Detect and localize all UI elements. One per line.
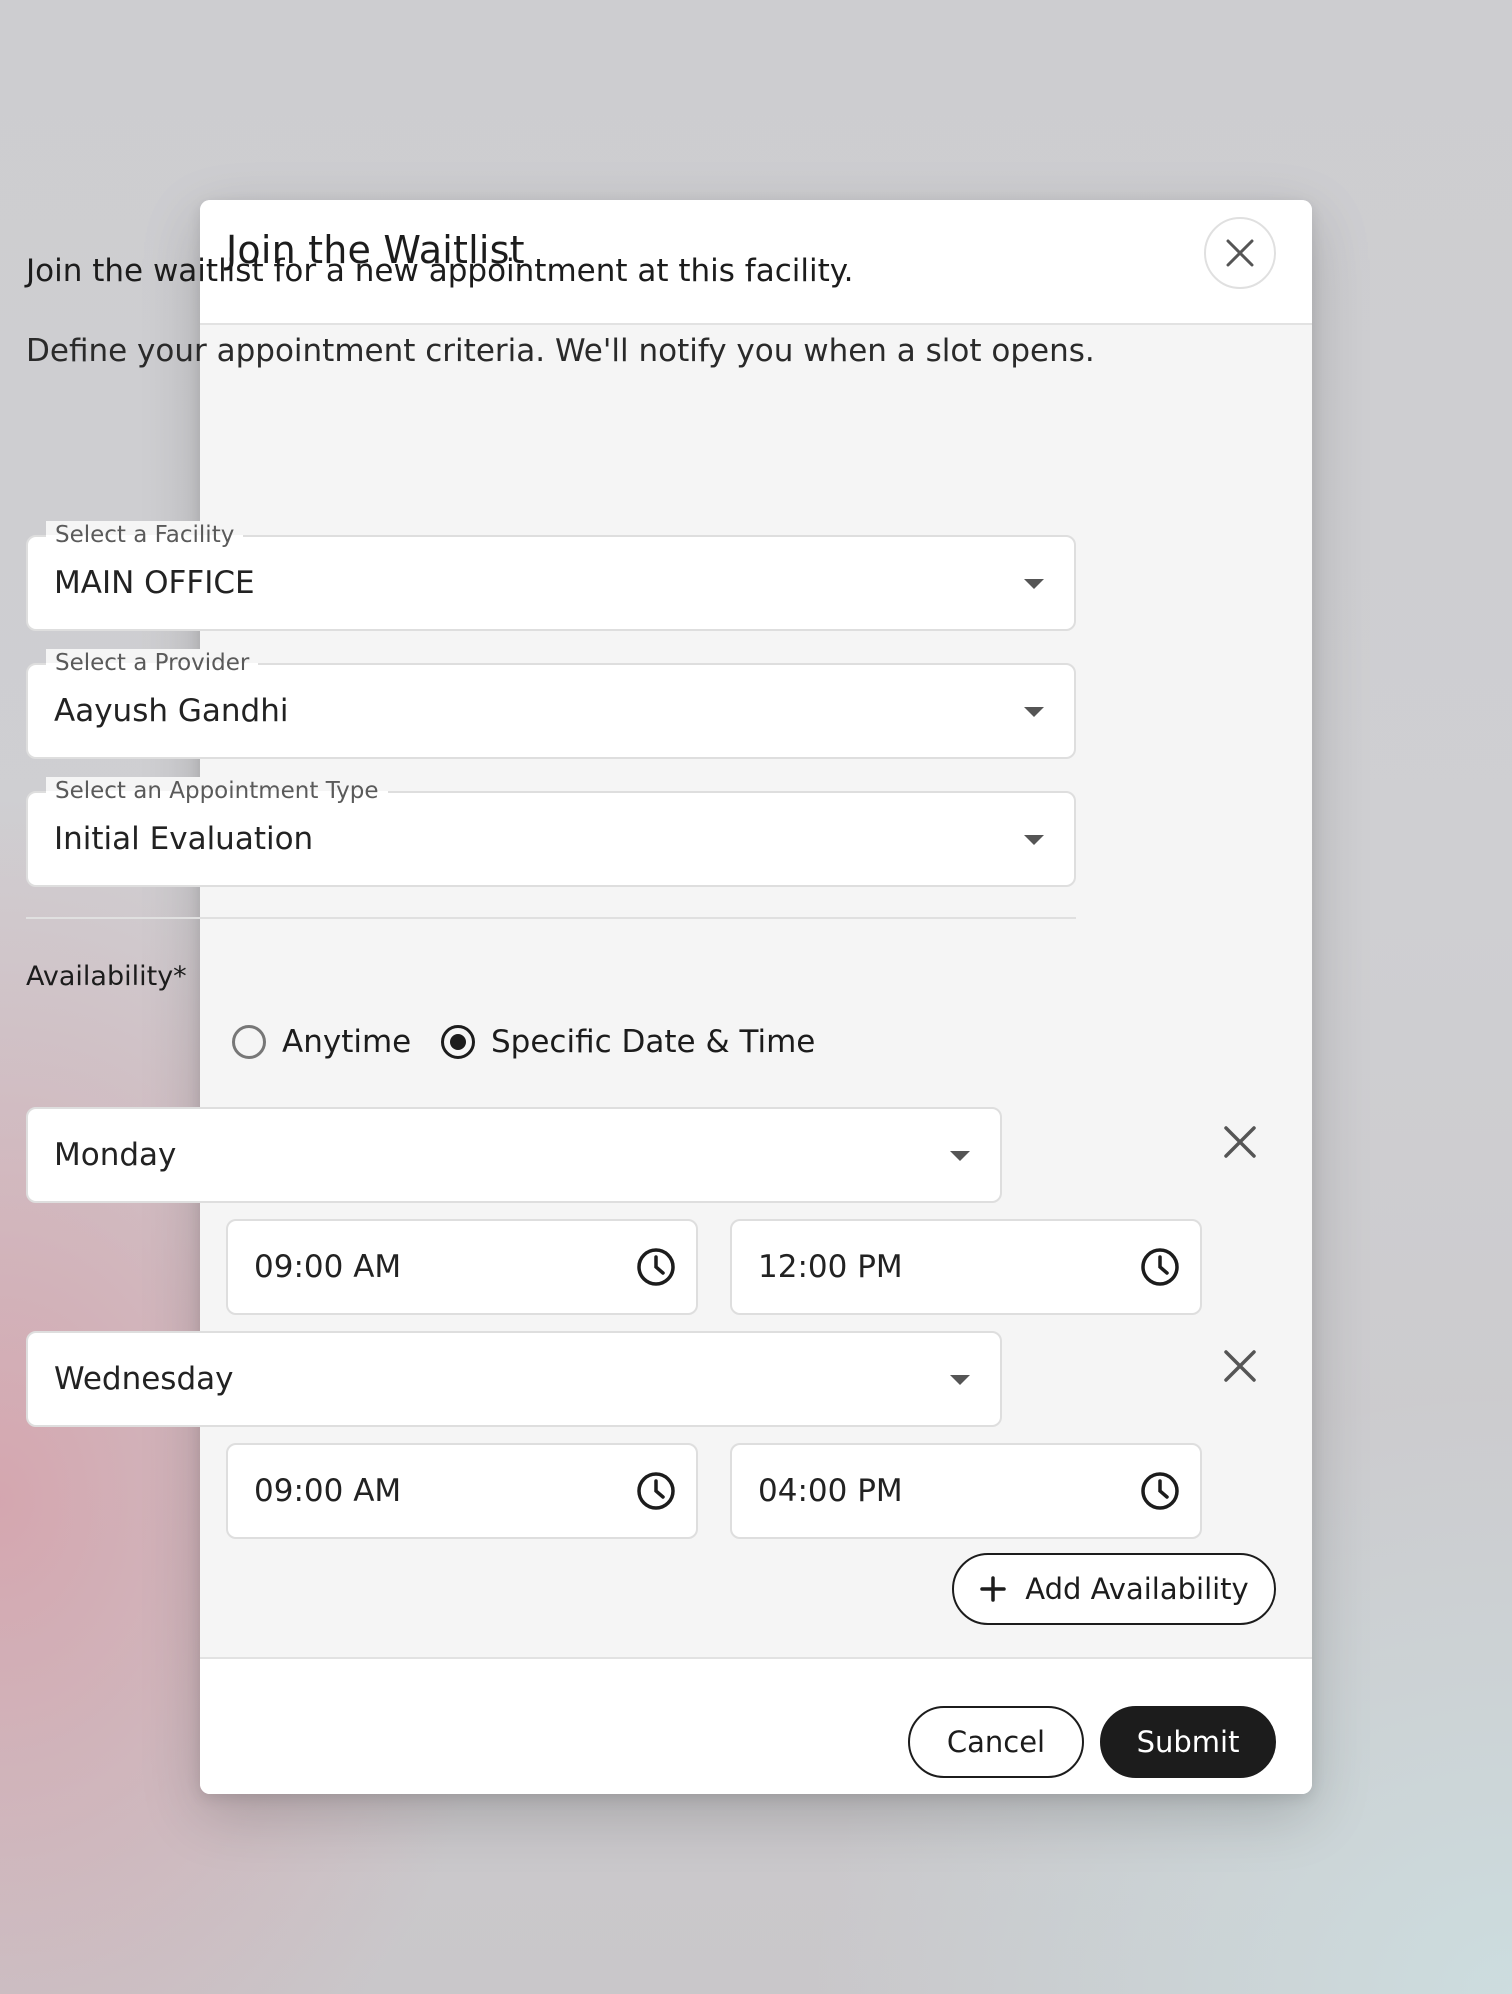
radio-specific-label: Specific Date & Time	[491, 1024, 816, 1060]
clock-icon[interactable]	[636, 1471, 676, 1511]
provider-select-value: Aayush Gandhi	[54, 693, 289, 729]
start-time-input[interactable]: 09:00 AM	[226, 1219, 698, 1315]
appointment-type-select[interactable]: Select an Appointment Type Initial Evalu…	[26, 777, 1076, 887]
remove-slot-button[interactable]	[1220, 1346, 1260, 1386]
close-icon	[1226, 239, 1254, 267]
clock-icon[interactable]	[1140, 1247, 1180, 1287]
end-time-input[interactable]: 04:00 PM	[730, 1443, 1202, 1539]
clock-icon[interactable]	[1140, 1471, 1180, 1511]
close-button[interactable]	[1204, 217, 1276, 289]
chevron-down-icon	[1024, 707, 1044, 717]
add-availability-button[interactable]: Add Availability	[952, 1553, 1276, 1625]
clock-icon[interactable]	[636, 1247, 676, 1287]
day-select-value: Monday	[54, 1137, 177, 1173]
day-select[interactable]: Wednesday	[26, 1331, 1002, 1427]
chevron-down-icon	[950, 1375, 970, 1385]
add-availability-label: Add Availability	[1025, 1572, 1249, 1606]
chevron-down-icon	[950, 1151, 970, 1161]
provider-select[interactable]: Select a Provider Aayush Gandhi	[26, 649, 1076, 759]
start-time-value: 09:00 AM	[254, 1473, 402, 1509]
facility-select-value: MAIN OFFICE	[54, 565, 255, 601]
radio-circle-selected	[441, 1025, 475, 1059]
appointment-type-select-value: Initial Evaluation	[54, 821, 314, 857]
day-select-value: Wednesday	[54, 1361, 234, 1397]
chevron-down-icon	[1024, 835, 1044, 845]
submit-button[interactable]: Submit	[1100, 1706, 1276, 1778]
radio-anytime-label: Anytime	[282, 1024, 412, 1060]
radio-specific-date-time[interactable]: Specific Date & Time	[441, 1022, 815, 1062]
start-time-input[interactable]: 09:00 AM	[226, 1443, 698, 1539]
intro-text: Join the waitlist for a new appointment …	[26, 253, 854, 289]
section-divider	[26, 917, 1076, 919]
radio-circle	[232, 1025, 266, 1059]
availability-label: Availability*	[26, 961, 187, 992]
end-time-value: 12:00 PM	[758, 1249, 903, 1285]
plus-icon	[980, 1576, 1007, 1602]
radio-dot	[450, 1034, 466, 1050]
end-time-input[interactable]: 12:00 PM	[730, 1219, 1202, 1315]
chevron-down-icon	[1024, 579, 1044, 589]
facility-select[interactable]: Select a Facility MAIN OFFICE	[26, 521, 1076, 631]
remove-slot-button[interactable]	[1220, 1122, 1260, 1162]
day-select[interactable]: Monday	[26, 1107, 1002, 1203]
start-time-value: 09:00 AM	[254, 1249, 402, 1285]
cancel-button[interactable]: Cancel	[908, 1706, 1084, 1778]
radio-anytime[interactable]: Anytime	[232, 1022, 411, 1062]
end-time-value: 04:00 PM	[758, 1473, 903, 1509]
intro-subtext: Define your appointment criteria. We'll …	[26, 333, 1095, 369]
